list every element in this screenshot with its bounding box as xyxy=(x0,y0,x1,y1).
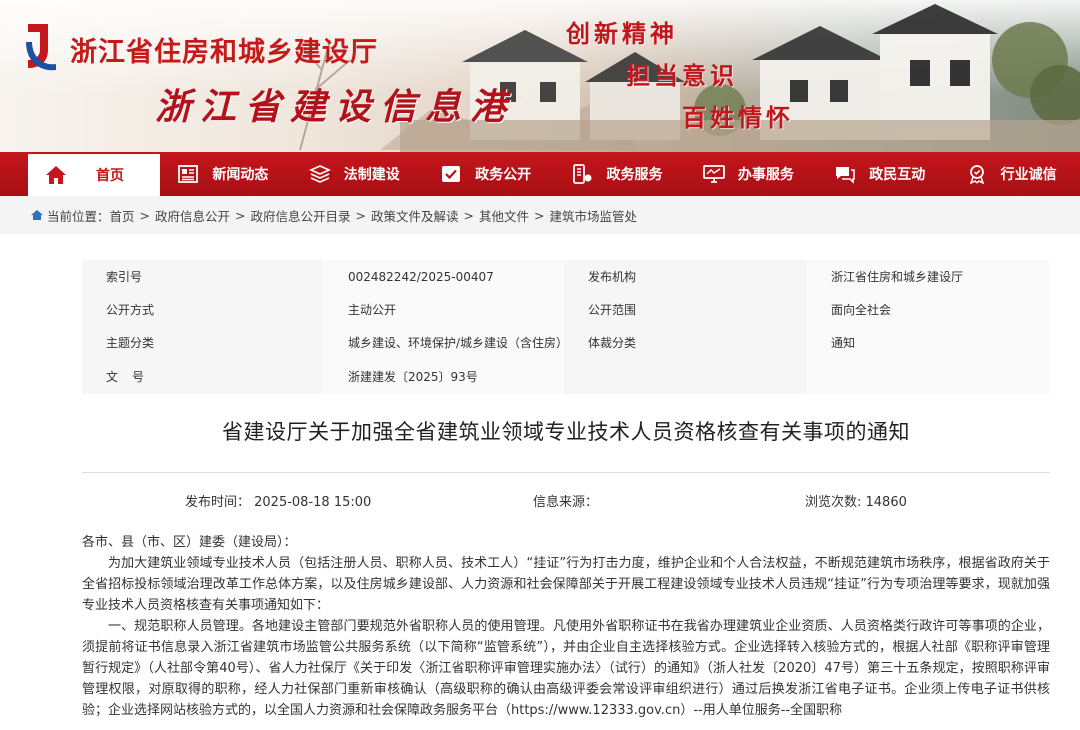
breadcrumb-link-disclosure-catalog[interactable]: 政府信息公开目录 xyxy=(251,206,351,225)
disclosure-scope-label: 公开范围 xyxy=(588,303,637,317)
breadcrumb-link-home[interactable]: 首页 xyxy=(110,206,135,225)
disclosure-mode-value: 主动公开 xyxy=(322,293,564,326)
main-nav: 首页 新闻动态 法制建设 政务公开 政务服务 办事服务 政民互动 行业诚信 xyxy=(0,152,1080,196)
nav-label: 政务服务 xyxy=(606,167,663,183)
doc-number-label: 文号 xyxy=(106,370,159,384)
slogan-innovation: 创新精神 xyxy=(566,19,678,48)
nav-label: 政务公开 xyxy=(475,167,532,183)
info-source: 信息来源： xyxy=(533,495,599,510)
meta-row: 文号 浙建建发〔2025〕93号 xyxy=(82,359,1050,394)
nav-label: 行业诚信 xyxy=(1000,167,1057,183)
paragraph: 为加大建筑业领域专业技术人员（包括注册人员、职称人员、技术工人）“挂证”行为打击… xyxy=(82,556,1050,613)
check-document-icon xyxy=(437,160,465,188)
nav-label: 新闻动态 xyxy=(212,167,269,183)
topic-value: 城乡建设、环境保护/城乡建设（含住房） xyxy=(322,326,568,359)
article-title: 省建设厅关于加强全省建筑业领域专业技术人员资格核查有关事项的通知 xyxy=(222,420,910,444)
meta-empty-cell xyxy=(807,359,1050,394)
nav-label: 办事服务 xyxy=(737,167,794,183)
genre-value: 通知 xyxy=(807,326,1050,359)
breadcrumb-separator: > xyxy=(139,207,151,223)
nav-item-legal[interactable]: 法制建设 xyxy=(306,152,423,196)
department-name: 浙江省住房和城乡建设厅 xyxy=(70,37,378,68)
breadcrumb-separator: > xyxy=(463,207,475,223)
slogan-people: 百姓情怀 xyxy=(682,103,794,132)
breadcrumb-separator: > xyxy=(235,207,246,223)
nav-label: 政民互动 xyxy=(869,167,926,183)
slogan-responsibility: 担当意识 xyxy=(626,61,738,90)
breadcrumb-link-other-docs[interactable]: 其他文件 xyxy=(479,206,529,225)
badge-icon xyxy=(963,160,991,188)
paragraph: 一、规范职称人员管理。各地建设主管部门要规范外省职称人员的使用管理。凡使用外省职… xyxy=(82,619,1050,718)
article-body: 各市、县（市、区）建委（建设局）： 为加大建筑业领域专业技术人员（包括注册人员、… xyxy=(82,532,1050,721)
nav-item-home[interactable]: 首页 xyxy=(28,154,161,196)
salutation: 各市、县（市、区）建委（建设局）： xyxy=(82,535,297,550)
view-count: 浏览次数: 14860 xyxy=(805,495,907,510)
meta-row: 公开方式 主动公开 公开范围 面向全社会 xyxy=(82,293,1050,326)
meta-row: 主题分类 城乡建设、环境保护/城乡建设（含住房） 体裁分类 通知 xyxy=(82,326,1050,359)
meta-row: 索引号 002482242/2025-00407 发布机构 浙江省住房和城乡建设… xyxy=(82,260,1050,293)
breadcrumb-separator: > xyxy=(534,207,545,223)
header-banner: 浙江省住房和城乡建设厅 浙江省建设信息港 创新精神 担当意识 百姓情怀 xyxy=(0,0,1080,152)
nav-item-gov-service[interactable]: 政务服务 xyxy=(568,152,685,196)
issuer-value: 浙江省住房和城乡建设厅 xyxy=(807,260,1050,293)
breadcrumb-link-policy-docs[interactable]: 政策文件及解读 xyxy=(371,206,459,225)
publish-time: 发布时间： 2025-08-18 15:00 xyxy=(185,495,372,510)
nav-label: 法制建设 xyxy=(343,167,400,183)
nav-item-news[interactable]: 新闻动态 xyxy=(174,152,291,196)
index-label: 索引号 xyxy=(106,270,143,284)
nav-item-credit[interactable]: 行业诚信 xyxy=(963,152,1080,196)
nav-label: 首页 xyxy=(96,168,124,184)
disclosure-scope-value: 面向全社会 xyxy=(807,293,1050,326)
genre-label: 体裁分类 xyxy=(588,336,637,350)
location-home-icon xyxy=(31,210,43,220)
breadcrumb-separator: > xyxy=(355,207,367,223)
index-value: 002482242/2025-00407 xyxy=(322,260,564,293)
ministry-logo xyxy=(26,24,56,71)
service-icon xyxy=(568,160,596,188)
topic-label: 主题分类 xyxy=(106,336,155,350)
nav-item-open-gov[interactable]: 政务公开 xyxy=(437,152,554,196)
breadcrumb-link-market-supervision[interactable]: 建筑市场监管处 xyxy=(550,206,638,225)
breadcrumb-prefix: 当前位置： xyxy=(47,208,110,224)
monitor-icon xyxy=(700,160,728,188)
breadcrumb-link-info-disclosure[interactable]: 政府信息公开 xyxy=(155,206,230,225)
article-info-bar: 发布时间： 2025-08-18 15:00 信息来源： 浏览次数: 14860 xyxy=(82,491,1050,510)
disclosure-mode-label: 公开方式 xyxy=(106,303,155,317)
doc-number-value: 浙建建发〔2025〕93号 xyxy=(322,359,564,394)
title-divider xyxy=(82,472,1050,473)
portal-name: 浙江省建设信息港 xyxy=(155,86,516,128)
nav-item-interaction[interactable]: 政民互动 xyxy=(831,152,948,196)
newspaper-icon xyxy=(174,160,202,188)
issuer-label: 发布机构 xyxy=(588,270,637,284)
nav-item-affairs[interactable]: 办事服务 xyxy=(700,152,817,196)
document-meta-table: 索引号 002482242/2025-00407 发布机构 浙江省住房和城乡建设… xyxy=(82,260,1050,394)
layers-icon xyxy=(306,160,334,188)
home-icon xyxy=(42,161,70,189)
chat-icon xyxy=(831,160,859,188)
breadcrumb: 当前位置： 首页 > 政府信息公开 > 政府信息公开目录 > 政策文件及解读 >… xyxy=(0,196,1080,234)
